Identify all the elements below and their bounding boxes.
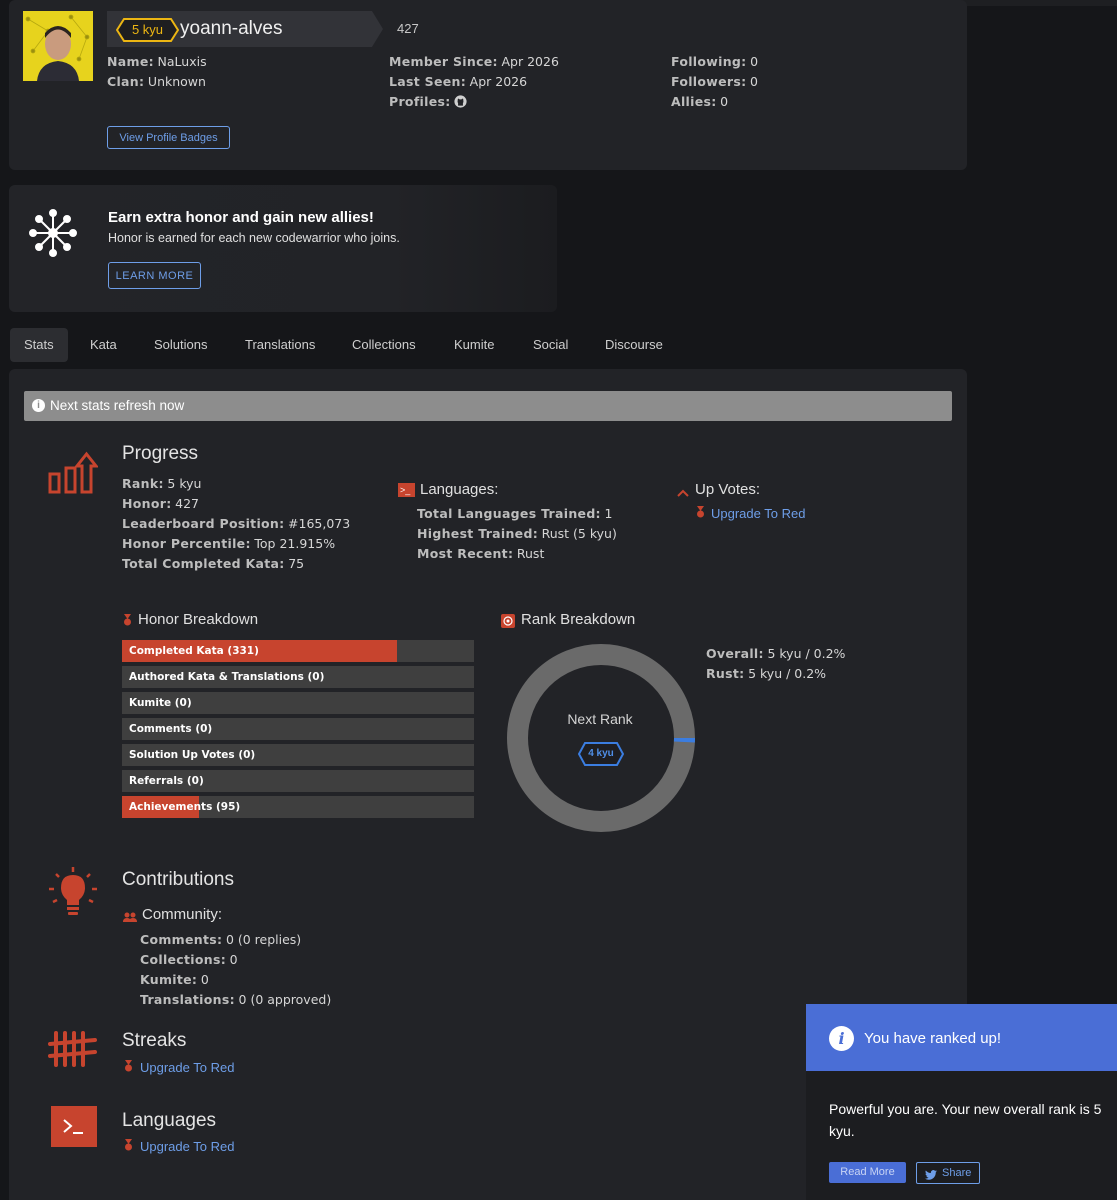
rank-progress-ring-svg: [507, 644, 695, 832]
progress-honor: Honor: 427: [122, 496, 199, 511]
next-rank-badge: 4 kyu: [577, 742, 625, 766]
contrib-translations: Translations: 0 (0 approved): [140, 992, 332, 1007]
progress-chart-icon: [48, 450, 100, 498]
tab-stats[interactable]: Stats: [10, 328, 68, 362]
terminal-icon: >_: [398, 483, 415, 497]
progress-rank: Rank: 5 kyu: [122, 476, 202, 491]
upvotes-upgrade-link[interactable]: Upgrade To Red: [711, 506, 805, 521]
rank-breakdown-title: Rank Breakdown: [521, 611, 636, 628]
users-icon: [123, 910, 137, 926]
chevron-up-icon: [677, 485, 689, 501]
medal-icon: [123, 614, 132, 630]
honor-bar-referrals: Referrals (0): [122, 770, 474, 792]
languages-recent: Most Recent: Rust: [417, 546, 545, 561]
rank-overall: Overall: 5 kyu / 0.2%: [706, 646, 846, 661]
github-icon[interactable]: [454, 94, 467, 114]
profile-clan-row: Clan: Unknown: [107, 74, 206, 89]
notice-text: Next stats refresh now: [50, 398, 185, 413]
network-icon: [29, 209, 77, 260]
read-more-button[interactable]: Read More: [829, 1162, 906, 1183]
contrib-comments: Comments: 0 (0 replies): [140, 932, 302, 947]
streaks-title: Streaks: [122, 1030, 187, 1051]
info-circle-icon: i: [829, 1026, 854, 1051]
toast-body: Powerful you are. Your new overall rank …: [829, 1101, 1102, 1139]
promo-text: Honor is earned for each new codewarrior…: [108, 231, 400, 245]
tab-solutions[interactable]: Solutions: [140, 328, 221, 362]
honor-bar-completed-kata: Completed Kata (331): [122, 640, 474, 662]
languages-highest: Highest Trained: Rust (5 kyu): [417, 526, 617, 541]
view-profile-badges-button[interactable]: View Profile Badges: [107, 126, 230, 149]
profile-name-row: Name: NaLuxis: [107, 54, 207, 69]
username: yoann-alves: [180, 18, 283, 39]
honor-bar-achievements: Achievements (95): [122, 796, 474, 818]
progress-leaderboard: Leaderboard Position: #165,073: [122, 516, 351, 531]
medal-icon: [124, 1060, 133, 1076]
honor-bar-authored: Authored Kata & Translations (0): [122, 666, 474, 688]
following-row: Following: 0: [671, 54, 759, 69]
honor-score: 427: [397, 21, 419, 36]
next-rank-value: 4 kyu: [588, 748, 614, 759]
rank-rust: Rust: 5 kyu / 0.2%: [706, 666, 827, 681]
rank-up-toast: i You have ranked up! Powerful you are. …: [806, 1004, 1117, 1200]
progress-title: Progress: [122, 443, 199, 464]
contrib-kumite: Kumite: 0: [140, 972, 209, 987]
toast-header: i You have ranked up!: [806, 1004, 1117, 1071]
community-subtitle: Community:: [142, 906, 223, 923]
promo-title: Earn extra honor and gain new allies!: [108, 209, 374, 226]
progress-completed: Total Completed Kata: 75: [122, 556, 305, 571]
languages-trained: Total Languages Trained: 1: [417, 506, 613, 521]
profile-name: NaLuxis: [157, 54, 207, 69]
profile-clan: Unknown: [147, 74, 206, 89]
medal-icon: [124, 1139, 133, 1155]
last-seen-row: Last Seen: Apr 2026: [389, 74, 528, 89]
next-rank-label: Next Rank: [567, 711, 633, 727]
allies-row: Allies: 0: [671, 94, 729, 109]
tally-icon: [48, 1030, 98, 1071]
learn-more-button[interactable]: LEARN MORE: [108, 262, 201, 289]
rank-progress-ring: Next Rank 4 kyu: [507, 644, 695, 832]
contrib-collections: Collections: 0: [140, 952, 238, 967]
honor-breakdown-title: Honor Breakdown: [138, 611, 259, 628]
upvotes-subtitle: Up Votes:: [695, 481, 761, 498]
twitter-icon: [925, 1167, 937, 1187]
promo-card: Earn extra honor and gain new allies! Ho…: [9, 185, 557, 312]
tab-social[interactable]: Social: [519, 328, 582, 362]
tab-kumite[interactable]: Kumite: [440, 328, 508, 362]
avatar[interactable]: [23, 11, 93, 81]
honor-bar-comments: Comments (0): [122, 718, 474, 740]
rank-badge-label: 5 kyu: [131, 22, 164, 37]
share-button[interactable]: Share: [916, 1162, 980, 1184]
terminal-icon: [51, 1106, 97, 1147]
member-since-row: Member Since: Apr 2026: [389, 54, 559, 69]
honor-bar-solution-upvotes: Solution Up Votes (0): [122, 744, 474, 766]
languages-section-title: Languages: [122, 1110, 217, 1131]
contributions-title: Contributions: [122, 869, 234, 890]
tab-kata[interactable]: Kata: [76, 328, 131, 362]
tab-discourse[interactable]: Discourse: [591, 328, 677, 362]
target-icon: [501, 614, 515, 628]
streaks-upgrade-link[interactable]: Upgrade To Red: [140, 1060, 234, 1075]
profiles-row: Profiles:: [389, 92, 467, 114]
toast-title: You have ranked up!: [864, 1030, 1002, 1047]
languages-subtitle: Languages:: [420, 481, 499, 498]
followers-row: Followers: 0: [671, 74, 758, 89]
progress-percentile: Honor Percentile: Top 21.915%: [122, 536, 336, 551]
tab-translations[interactable]: Translations: [231, 328, 329, 362]
lightbulb-icon: [48, 866, 98, 921]
honor-bar-kumite: Kumite (0): [122, 692, 474, 714]
languages-upgrade-link[interactable]: Upgrade To Red: [140, 1139, 234, 1154]
share-label: Share: [942, 1167, 972, 1179]
medal-icon: [696, 506, 705, 522]
tab-collections[interactable]: Collections: [338, 328, 430, 362]
rank-badge: 5 kyu: [115, 18, 180, 42]
info-icon: i: [32, 399, 45, 412]
stats-refresh-notice: i Next stats refresh now: [24, 391, 952, 421]
profile-card: 5 kyu yoann-alves 427 Name: NaLuxis Clan…: [9, 0, 967, 170]
